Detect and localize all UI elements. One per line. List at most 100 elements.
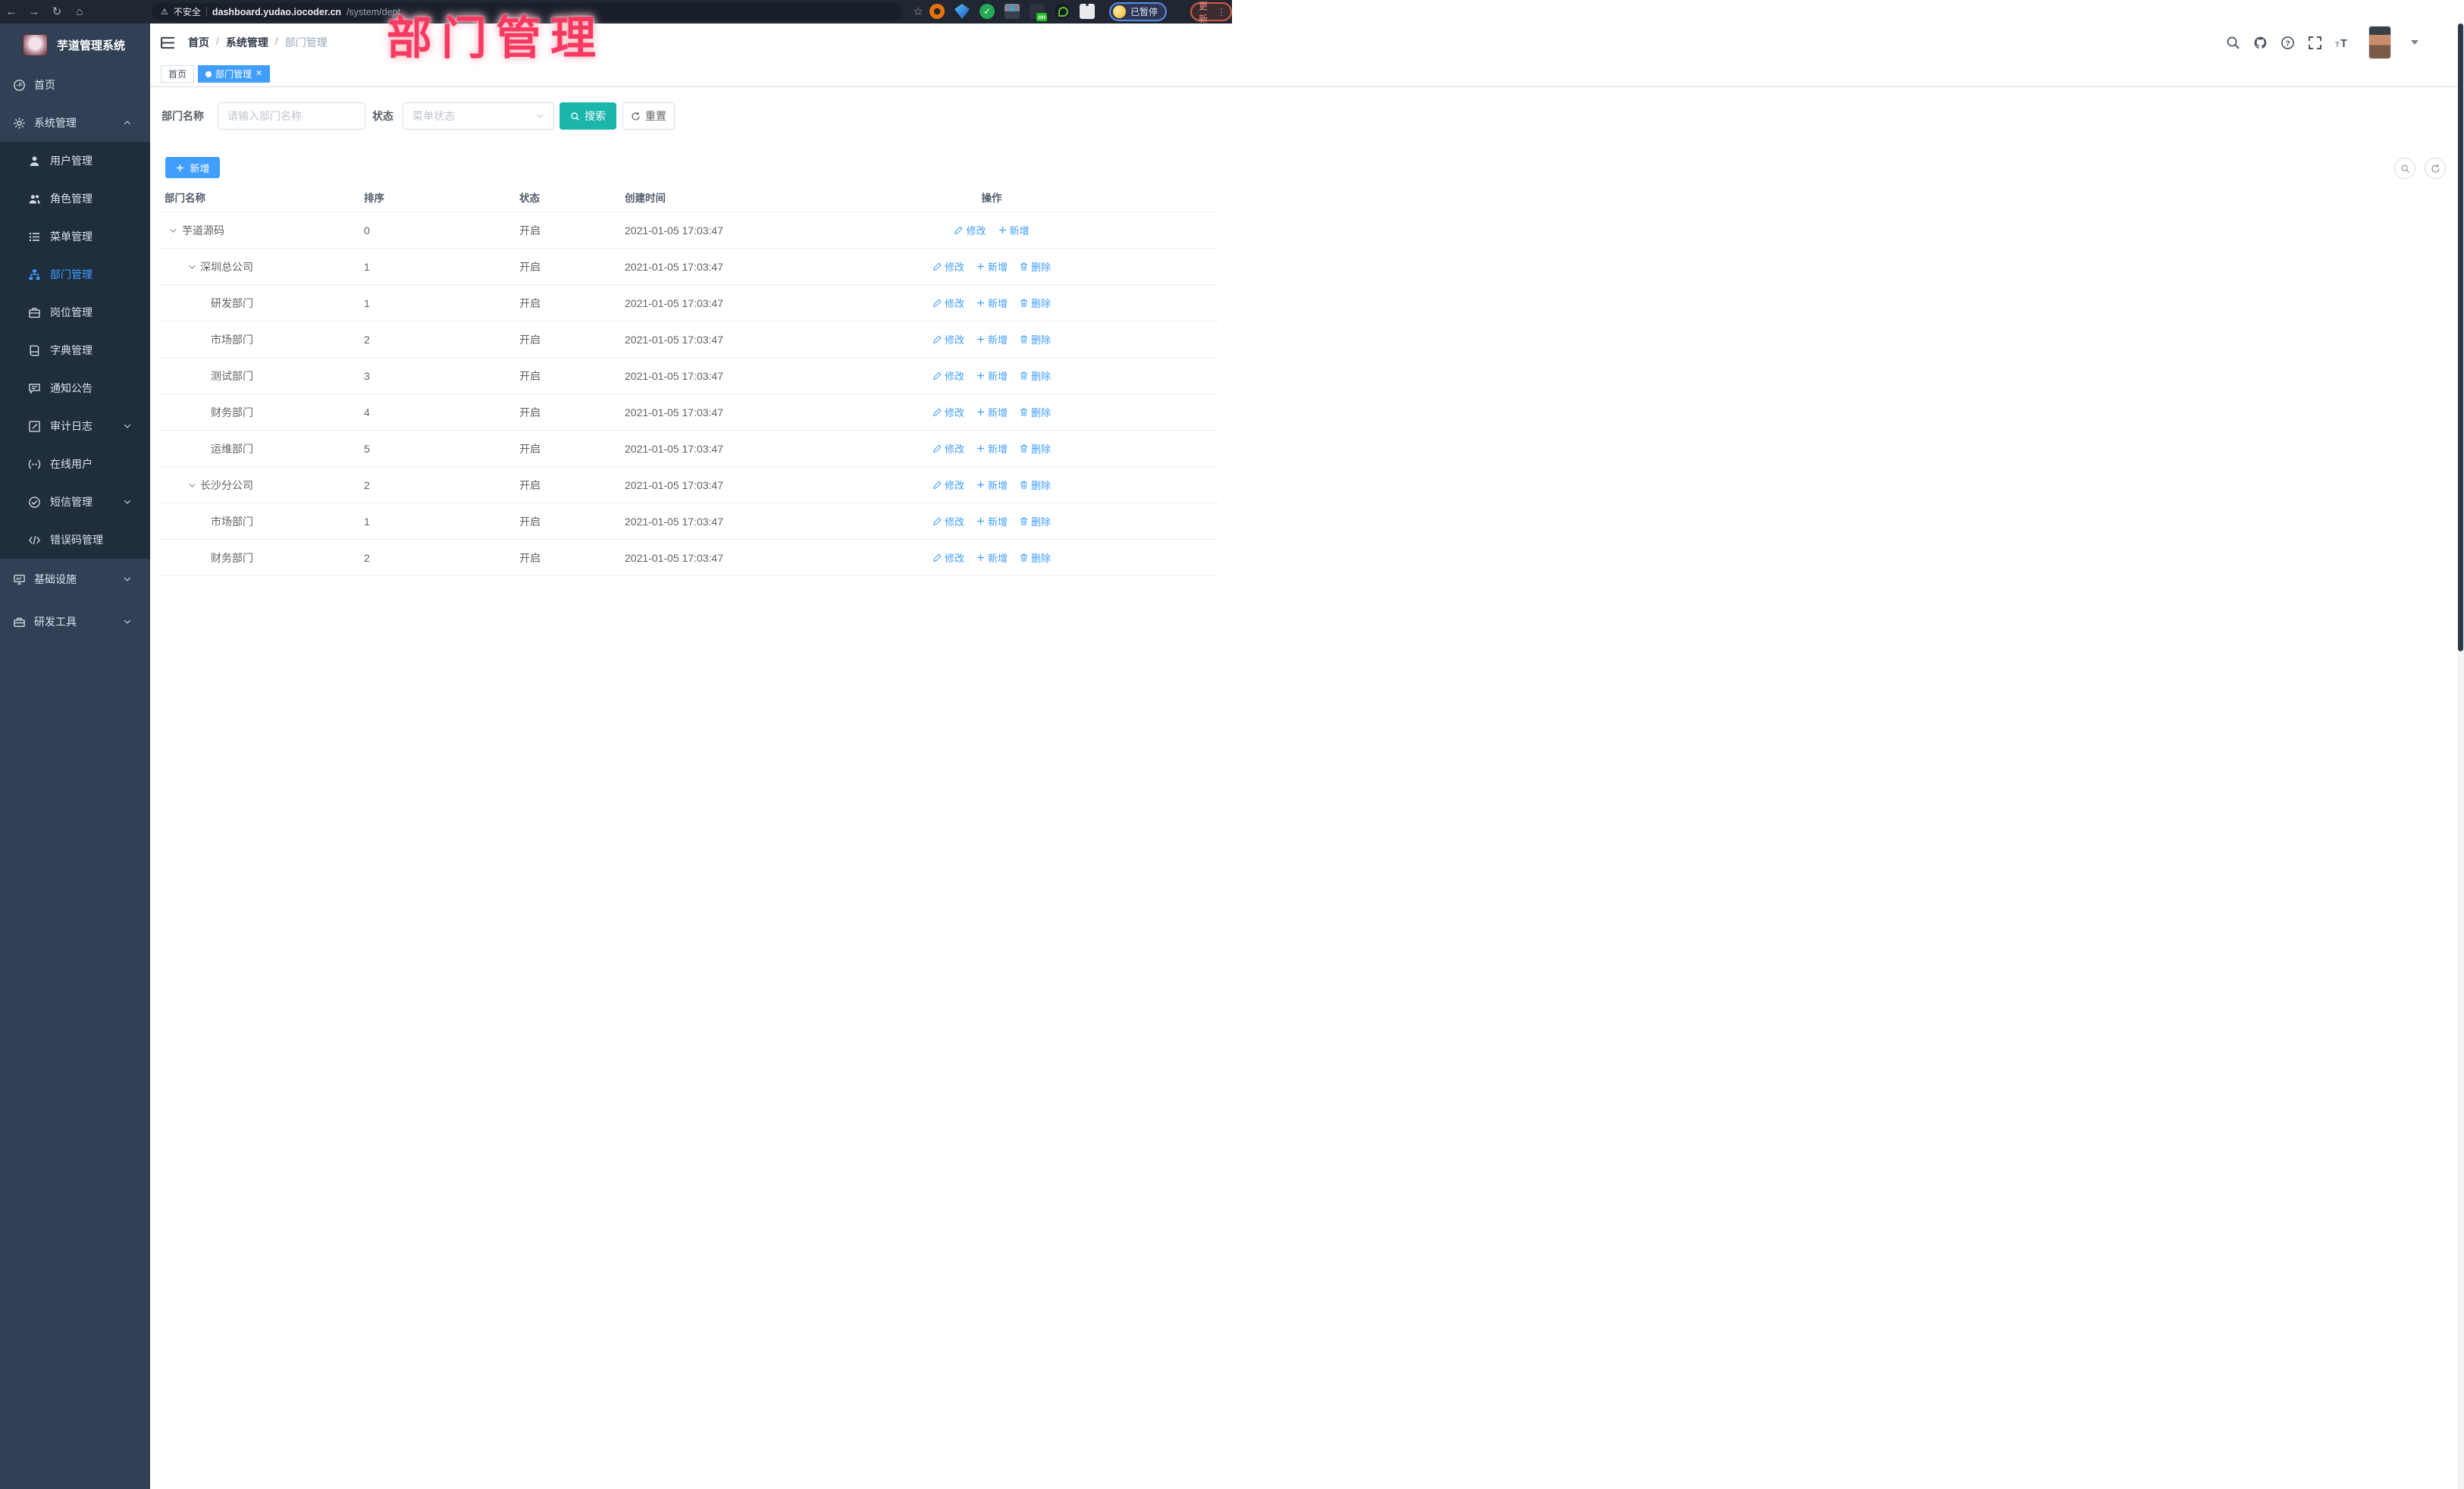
svg-text:T: T [2335,41,2340,49]
url-bar[interactable]: ⚠ 不安全 dashboard.yudao.iocoder.cn /system… [152,3,902,20]
row-action-edit[interactable]: 修改 [933,259,964,274]
sidebar-item-roles[interactable]: 角色管理 [0,180,150,218]
extension-icon-gem[interactable] [955,4,970,19]
extension-icon-key[interactable] [1055,4,1070,19]
row-action-delete[interactable]: 删除 [1019,405,1051,419]
row-action-edit[interactable]: 修改 [933,405,964,419]
user-avatar[interactable] [2368,26,2391,59]
tag-label: 首页 [168,69,187,80]
browser-forward-button[interactable]: → [23,0,45,24]
expand-toggle-icon[interactable] [188,262,196,271]
sidebar-item-audit[interactable]: 审计日志 [0,407,150,445]
browser-profile-button[interactable]: 已暂停 [1109,2,1168,21]
refresh-table-button[interactable] [2425,158,2446,179]
extension-icon-orange[interactable] [929,4,945,19]
row-action-edit[interactable]: 修改 [933,332,964,346]
sidebar-item-dict[interactable]: 字典管理 [0,331,150,369]
browser-back-button[interactable]: ← [0,0,23,24]
extension-icon-on-badge[interactable] [1030,4,1047,21]
row-action-delete[interactable]: 删除 [1019,478,1051,492]
row-action-delete[interactable]: 删除 [1019,441,1051,456]
row-action-edit[interactable]: 修改 [933,368,964,383]
hamburger-icon[interactable] [161,36,175,49]
row-action-add[interactable]: 新增 [976,296,1008,310]
status-select[interactable]: 菜单状态 [403,102,554,130]
app-logo-row[interactable]: 芋道管理系统 [0,24,150,66]
row-action-add[interactable]: 新增 [976,441,1008,456]
row-action-delete[interactable]: 删除 [1019,296,1051,310]
row-action-delete[interactable]: 删除 [1019,368,1051,383]
header-status: 状态 [519,192,540,204]
tag-dept-active[interactable]: 部门管理 ✕ [198,65,271,83]
row-action-delete[interactable]: 删除 [1019,514,1051,528]
row-action-delete[interactable]: 删除 [1019,259,1051,274]
row-action-add[interactable]: 新增 [976,514,1008,528]
extension-icon-green-check[interactable] [980,4,995,19]
avatar-caret-icon[interactable] [2411,40,2419,45]
reset-button[interactable]: 重置 [622,102,675,130]
table-row: 研发部门 1 开启 2021-01-05 17:03:47 修改 新增 删除 [159,285,1218,321]
sidebar-item-online[interactable]: 在线用户 [0,445,150,483]
fullscreen-icon[interactable] [2308,36,2322,50]
help-icon[interactable]: ? [2281,36,2295,50]
status-text: 开启 [519,406,541,418]
breadcrumb-system[interactable]: 系统管理 [226,35,268,50]
row-action-delete[interactable]: 删除 [1019,332,1051,346]
chevron-down-icon [124,500,131,504]
row-action-add[interactable]: 新增 [976,550,1008,565]
close-icon[interactable]: ✕ [255,70,262,78]
sidebar-item-errcode[interactable]: 错误码管理 [0,521,150,559]
page-scrollbar[interactable] [2457,24,2464,1489]
row-action-edit[interactable]: 修改 [933,441,964,456]
row-action-edit[interactable]: 修改 [933,514,964,528]
tag-home[interactable]: 首页 [161,65,195,83]
scrollbar-thumb[interactable] [2458,24,2463,651]
dept-name-input[interactable] [218,102,365,130]
sidebar-item-system[interactable]: 系统管理 [0,104,150,142]
search-icon[interactable] [2226,36,2240,50]
sidebar-item-users[interactable]: 用户管理 [0,142,150,180]
row-action-edit[interactable]: 修改 [933,550,964,565]
sidebar-item-menus[interactable]: 菜单管理 [0,218,150,255]
row-action-edit[interactable]: 修改 [933,296,964,310]
toggle-search-button[interactable] [2394,158,2415,179]
row-action-edit[interactable]: 修改 [933,478,964,492]
created-time: 2021-01-05 17:03:47 [625,478,723,491]
row-action-add[interactable]: 新增 [976,405,1008,419]
expand-toggle-icon[interactable] [188,481,196,489]
font-size-icon[interactable]: TT [2335,36,2350,50]
browser-menu-icon[interactable]: ⋮ [1217,7,1226,17]
row-actions: 修改 新增 删除 [839,431,1145,466]
breadcrumb-separator: / [216,35,219,47]
dept-name: 财务部门 [211,551,253,564]
row-action-add[interactable]: 新增 [976,259,1008,274]
row-action-edit[interactable]: 修改 [954,223,986,237]
sidebar-item-dept[interactable]: 部门管理 [0,255,150,293]
breadcrumb-home[interactable]: 首页 [188,35,209,50]
search-button[interactable]: 搜索 [560,102,616,130]
browser-home-button[interactable]: ⌂ [68,0,91,24]
github-icon[interactable] [2253,36,2268,50]
add-dept-button[interactable]: 新增 [165,157,220,178]
header-created: 创建时间 [625,192,666,204]
row-action-add[interactable]: 新增 [998,223,1030,237]
book-icon [30,345,39,356]
row-action-add[interactable]: 新增 [976,368,1008,383]
browser-reload-button[interactable]: ↻ [45,0,68,24]
sidebar-item-home[interactable]: 首页 [0,66,150,104]
row-action-add[interactable]: 新增 [976,478,1008,492]
table-row: 财务部门 2 开启 2021-01-05 17:03:47 修改 新增 删除 [159,540,1218,576]
row-action-add[interactable]: 新增 [976,332,1008,346]
sidebar-item-notice[interactable]: 通知公告 [0,369,150,407]
expand-toggle-icon[interactable] [169,226,177,234]
sidebar-item-post[interactable]: 岗位管理 [0,293,150,331]
extension-icon-squares[interactable] [1005,4,1020,19]
sidebar-item-devtools[interactable]: 研发工具 [0,603,150,641]
bookmark-star-icon[interactable]: ☆ [907,0,929,24]
sidebar-item-infra[interactable]: 基础设施 [0,560,150,598]
row-action-delete[interactable]: 删除 [1019,550,1051,565]
browser-update-button[interactable]: 更新 ⋮ [1190,1,1232,24]
sidebar-item-sms[interactable]: 短信管理 [0,483,150,521]
extensions-puzzle-icon[interactable] [1080,4,1095,19]
user-icon [30,155,39,166]
